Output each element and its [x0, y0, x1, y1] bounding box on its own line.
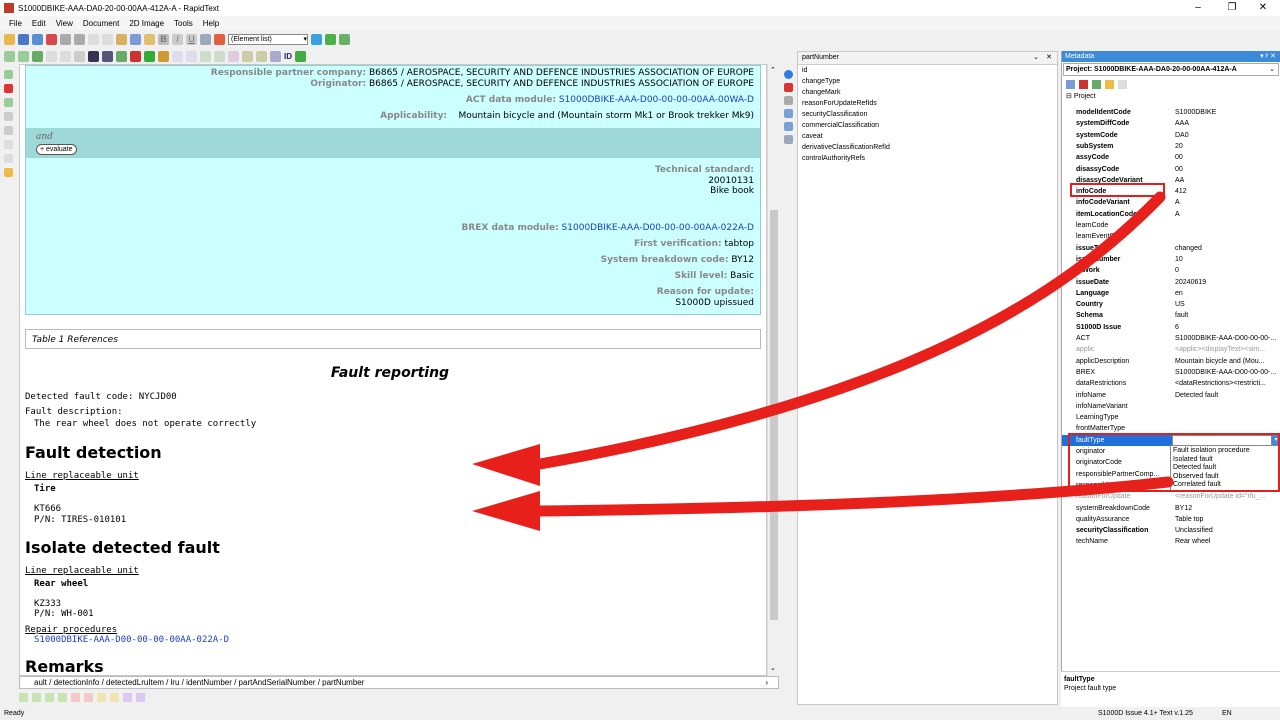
status-bar: Ready S1000D Issue 4.1+ Text v.1.25 EN — [0, 708, 1280, 720]
arrow-to-lru-item — [534, 476, 1174, 517]
property-description: faultType Project fault type — [1061, 671, 1280, 707]
arrow-head-fault-detection — [472, 444, 540, 486]
arrow-to-fault-detection — [534, 191, 1166, 470]
status-version: S1000D Issue 4.1+ Text v.1.25 — [1098, 710, 1193, 717]
property-description-text: Project fault type — [1064, 685, 1117, 692]
status-language: EN — [1222, 710, 1232, 717]
status-text: Ready — [4, 710, 25, 717]
arrow-head-lru-item — [472, 491, 540, 531]
property-description-title: faultType — [1064, 676, 1095, 683]
annotation-arrows — [472, 191, 1174, 531]
